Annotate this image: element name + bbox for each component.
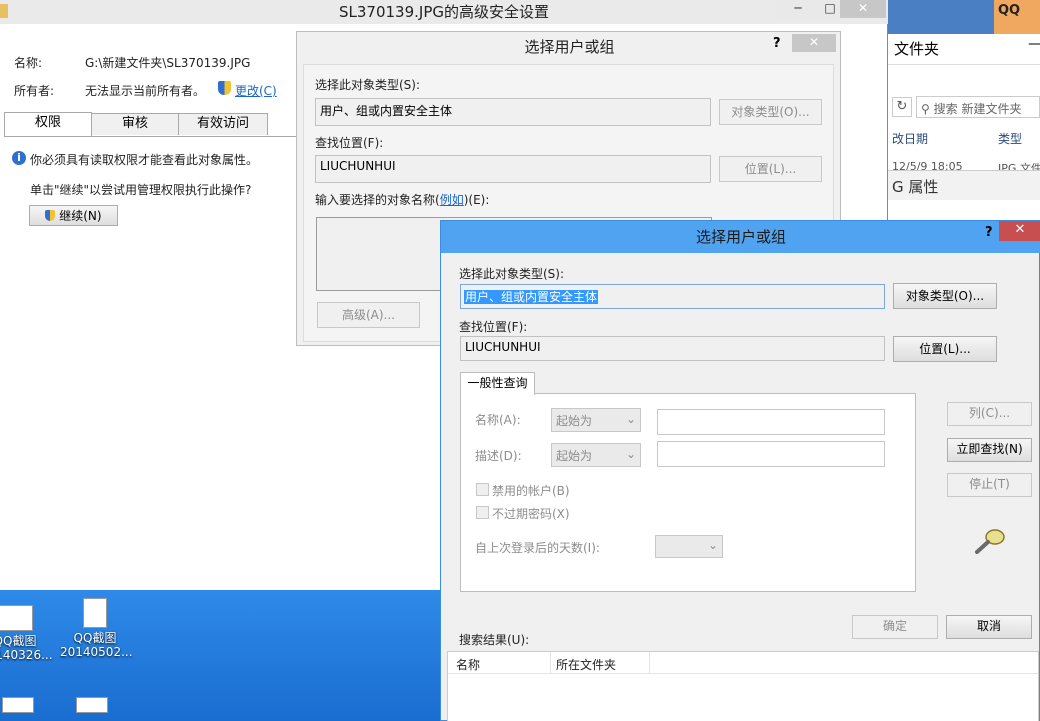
location-label: 查找位置(F): <box>459 320 528 334</box>
locations-button[interactable]: 位置(L)... <box>719 156 822 182</box>
enter-names-text-post: )(E): <box>463 193 490 207</box>
desktop-icon-qq-screenshot-2[interactable]: QQ截图 20140502... <box>60 598 133 659</box>
search-flashlight-icon <box>973 527 1007 555</box>
tab-permissions[interactable]: 权限 <box>4 112 92 136</box>
tab-effective-access[interactable]: 有效访问 <box>178 113 268 135</box>
description-query-combo-value: 起始为 <box>556 449 593 463</box>
location-label: 查找位置(F): <box>315 136 384 150</box>
results-header <box>448 652 1038 674</box>
minimize-icon[interactable]: — <box>1028 36 1040 52</box>
non-expiring-password-label: 不过期密码(X) <box>492 507 570 521</box>
object-type-field[interactable]: 用户、组或内置安全主体 <box>460 284 885 309</box>
image-file-icon <box>0 605 33 631</box>
chevron-down-icon: ⌄ <box>625 412 636 426</box>
tab-common-queries[interactable]: 一般性查询 <box>460 372 535 395</box>
name-query-input[interactable] <box>657 409 885 435</box>
desktop-icon-partial[interactable] <box>76 697 108 713</box>
locations-button[interactable]: 位置(L)... <box>893 336 997 362</box>
examples-link[interactable]: 例如 <box>440 193 464 207</box>
dialog-title: 选择用户或组 <box>524 38 615 56</box>
desktop-icon-sublabel: 20140326... <box>0 648 53 662</box>
results-column-folder[interactable]: 所在文件夹 <box>556 656 616 673</box>
object-type-label: 选择此对象类型(S): <box>459 267 565 281</box>
advanced-button[interactable]: 高级(A)... <box>317 302 420 328</box>
description-query-combo[interactable]: 起始为 ⌄ <box>551 443 641 467</box>
disabled-accounts-label: 禁用的帐户(B) <box>492 484 570 498</box>
stop-button[interactable]: 停止(T) <box>947 473 1032 497</box>
desktop-icon-sublabel: 20140502... <box>60 645 133 659</box>
select-user-dialog-advanced: 选择用户或组 ? ✕ 选择此对象类型(S): 用户、组或内置安全主体 对象类型(… <box>440 220 1040 721</box>
object-type-field: 用户、组或内置安全主体 <box>315 98 711 126</box>
info-icon: i <box>12 151 26 165</box>
name-query-combo-value: 起始为 <box>556 414 593 428</box>
uac-shield-icon <box>218 81 231 95</box>
continue-button[interactable]: 继续(N) <box>29 205 118 226</box>
disabled-accounts-checkbox[interactable] <box>476 483 489 496</box>
object-types-button[interactable]: 对象类型(O)... <box>893 283 997 309</box>
description-query-input[interactable] <box>657 441 885 467</box>
window-title: SL370139.JPG的高级安全设置 <box>0 0 888 24</box>
ok-button[interactable]: 确定 <box>852 615 938 639</box>
dialog-title: 选择用户或组 <box>441 221 1040 253</box>
folder-icon <box>0 4 8 18</box>
column-header-date[interactable]: 改日期 <box>892 130 928 147</box>
close-button[interactable]: ✕ <box>792 34 836 52</box>
chevron-down-icon: ⌄ <box>625 447 636 461</box>
name-query-label: 名称(A): <box>475 413 521 427</box>
location-field: LIUCHUNHUI <box>460 336 885 361</box>
name-value: G:\新建文件夹\SL370139.JPG <box>85 56 251 70</box>
name-label: 名称: <box>14 56 43 70</box>
owner-value: 无法显示当前所有者。 <box>85 84 206 98</box>
chevron-down-icon: ⌄ <box>707 538 718 552</box>
search-icon: ⚲ <box>921 102 930 116</box>
hint-text: 单击"继续"以尝试用管理权限执行此操作? <box>30 183 252 197</box>
non-expiring-password-checkbox[interactable] <box>476 506 489 519</box>
search-results-label: 搜索结果(U): <box>459 633 530 647</box>
properties-title-fragment: G 属性 <box>892 178 939 196</box>
uac-shield-icon <box>45 210 56 221</box>
column-divider <box>649 652 650 674</box>
close-button[interactable]: ✕ <box>999 221 1040 241</box>
info-text: 你必须具有读取权限才能查看此对象属性。 <box>30 153 259 167</box>
change-owner-link[interactable]: 更改(C) <box>235 82 277 99</box>
days-since-logon-combo[interactable]: ⌄ <box>655 535 723 558</box>
column-header-type[interactable]: 类型 <box>998 130 1022 147</box>
column-divider <box>550 652 551 674</box>
tab-auditing[interactable]: 审核 <box>91 113 179 135</box>
enter-names-text-pre: 输入要选择的对象名称( <box>315 193 440 207</box>
results-column-name[interactable]: 名称 <box>456 656 480 673</box>
owner-label: 所有者: <box>14 84 55 98</box>
explorer-title-fragment: 文件夹 <box>894 40 940 58</box>
search-results-list[interactable]: 名称 所在文件夹 <box>447 651 1039 721</box>
desktop-icon-label: QQ截图 <box>0 634 37 648</box>
close-button[interactable]: ✕ <box>840 0 886 18</box>
qq-taskbar-tile[interactable]: QQ <box>994 0 1040 34</box>
location-field: LIUCHUNHUI <box>315 155 711 183</box>
refresh-icon[interactable]: ↻ <box>892 97 912 117</box>
help-icon[interactable]: ? <box>773 36 781 51</box>
continue-label: 继续(N) <box>59 209 102 223</box>
image-file-icon <box>83 598 107 628</box>
tab-strip-line <box>4 136 296 137</box>
description-query-label: 描述(D): <box>475 449 522 463</box>
desktop-icon-label: QQ截图 <box>73 631 117 645</box>
desktop-icon-partial[interactable] <box>2 697 34 713</box>
object-types-button[interactable]: 对象类型(O)... <box>719 99 822 125</box>
name-query-combo[interactable]: 起始为 ⌄ <box>551 408 641 432</box>
object-type-selected-text: 用户、组或内置安全主体 <box>464 290 599 304</box>
divider <box>888 64 1040 65</box>
help-icon[interactable]: ? <box>985 225 993 240</box>
object-type-label: 选择此对象类型(S): <box>315 78 421 92</box>
find-now-button[interactable]: 立即查找(N) <box>947 438 1032 462</box>
search-placeholder: 搜索 新建文件夹 <box>933 102 1022 116</box>
explorer-search-input[interactable]: ⚲ 搜索 新建文件夹 <box>916 96 1040 118</box>
days-since-logon-label: 自上次登录后的天数(I): <box>475 541 600 555</box>
columns-button[interactable]: 列(C)... <box>947 402 1032 426</box>
enter-names-label: 输入要选择的对象名称(例如)(E): <box>315 191 489 208</box>
cancel-button[interactable]: 取消 <box>946 615 1032 639</box>
desktop-icon-qq-screenshot-1[interactable]: QQ截图 20140326... <box>0 605 53 662</box>
